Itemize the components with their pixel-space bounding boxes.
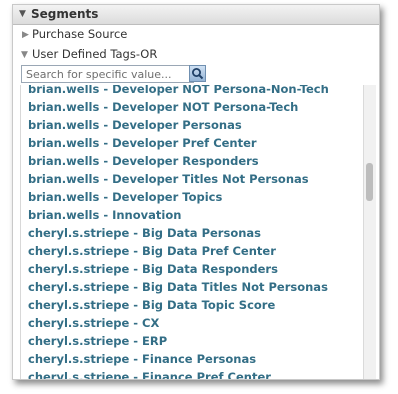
search-button[interactable] (189, 65, 206, 82)
list-item[interactable]: brian.wells - Developer Pref Center (28, 134, 329, 152)
scrollbar-thumb[interactable] (366, 163, 373, 201)
segments-title: Segments (31, 7, 99, 21)
list-item[interactable]: cheryl.s.striepe - Finance Personas (28, 350, 329, 368)
list-item[interactable]: cheryl.s.striepe - Big Data Pref Center (28, 242, 329, 260)
scrollbar[interactable] (363, 85, 376, 379)
list-item[interactable]: cheryl.s.striepe - Finance Pref Center (28, 368, 329, 379)
list-item[interactable]: brian.wells - Developer Responders (28, 152, 329, 170)
list-item[interactable]: cheryl.s.striepe - CX (28, 314, 329, 332)
segments-panel: ▼ Segments ▶ Purchase Source ▼ User Defi… (12, 4, 380, 380)
search-input[interactable] (21, 65, 194, 83)
list-item[interactable]: brian.wells - Developer Personas (28, 116, 329, 134)
list-item[interactable]: brian.wells - Developer NOT Persona-Tech (28, 98, 329, 116)
list-item[interactable]: cheryl.s.striepe - Big Data Titles Not P… (28, 278, 329, 296)
list-item[interactable]: brian.wells - Developer Topics (28, 188, 329, 206)
list-item[interactable]: brian.wells - Developer Titles Not Perso… (28, 170, 329, 188)
list-item[interactable]: cheryl.s.striepe - Big Data Responders (28, 260, 329, 278)
magnifier-icon (192, 68, 204, 80)
section-purchase-source[interactable]: Purchase Source (32, 27, 127, 41)
segments-header[interactable]: ▼ Segments (13, 5, 379, 25)
collapse-triangle-icon[interactable]: ▼ (21, 50, 28, 60)
list-item[interactable]: brian.wells - Innovation (28, 206, 329, 224)
list-item[interactable]: cheryl.s.striepe - ERP (28, 332, 329, 350)
list-item[interactable]: cheryl.s.striepe - Big Data Topic Score (28, 296, 329, 314)
section-user-defined-tags-or[interactable]: User Defined Tags-OR (32, 47, 157, 61)
collapse-triangle-icon[interactable]: ▼ (19, 9, 26, 19)
value-list[interactable]: brian.wells - Developer NOT Persona-Non-… (20, 85, 362, 379)
expand-triangle-icon[interactable]: ▶ (22, 30, 29, 40)
list-item[interactable]: brian.wells - Developer NOT Persona-Non-… (28, 85, 329, 98)
list-item[interactable]: cheryl.s.striepe - Big Data Personas (28, 224, 329, 242)
